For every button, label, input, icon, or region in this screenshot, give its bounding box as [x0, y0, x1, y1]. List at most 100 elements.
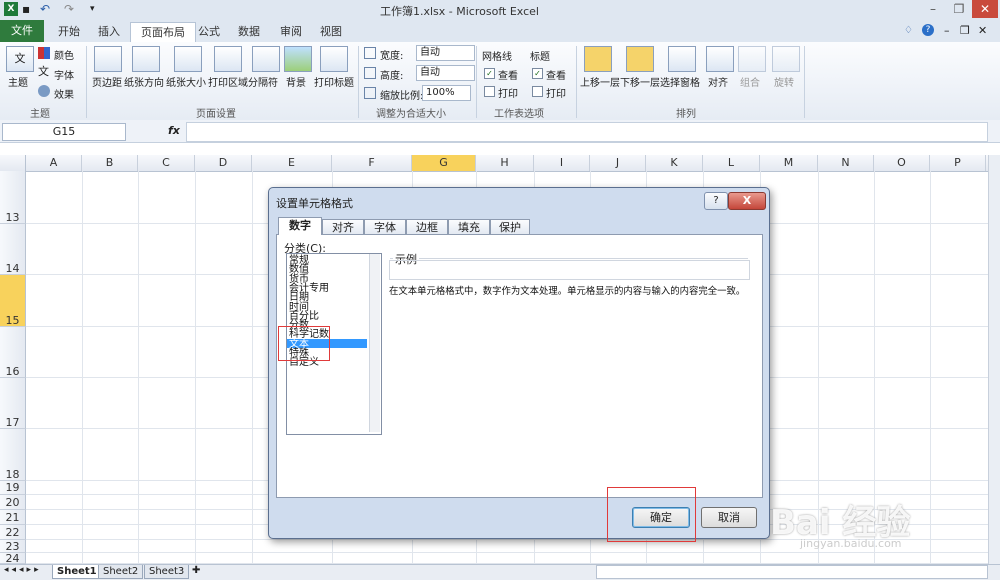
undo-icon[interactable]: ↶ [40, 2, 54, 16]
theme-fonts-button[interactable]: 字体 [54, 67, 74, 82]
category-list-scrollbar[interactable] [369, 254, 380, 432]
row-header[interactable]: 20 [0, 495, 26, 510]
ribbon-close-icon[interactable]: ✕ [978, 24, 987, 37]
tab-home[interactable]: 开始 [48, 22, 90, 41]
customize-qat-icon[interactable]: ▾ [90, 2, 104, 16]
name-box[interactable]: G15 [2, 123, 126, 141]
column-header[interactable]: O [874, 155, 930, 171]
row-header[interactable]: 16 [0, 327, 26, 378]
tab-number[interactable]: 数字 [278, 217, 322, 235]
restore-icon[interactable]: ❐ [946, 0, 972, 18]
vertical-scrollbar[interactable] [988, 155, 1000, 564]
select-all-corner[interactable] [0, 155, 26, 171]
print-area-button[interactable]: 打印区域 [208, 74, 248, 89]
column-header[interactable]: I [534, 155, 590, 171]
minimize-icon[interactable]: – [920, 0, 946, 18]
category-item[interactable]: 数值 [289, 265, 309, 275]
redo-icon[interactable]: ↷ [64, 2, 78, 16]
row-header[interactable]: 22 [0, 525, 26, 540]
column-header[interactable]: E [252, 155, 332, 171]
save-icon[interactable]: ▪ [22, 2, 36, 16]
zoom-spinner[interactable]: 100% [422, 85, 471, 101]
theme-effects-button[interactable]: 效果 [54, 86, 74, 101]
selection-pane-button[interactable]: 选择窗格 [660, 74, 700, 89]
breaks-button[interactable]: 分隔符 [248, 74, 278, 89]
column-header[interactable]: A [26, 155, 82, 171]
rotate-button[interactable]: 旋转 [774, 74, 794, 89]
tab-border[interactable]: 边框 [406, 219, 448, 234]
send-backward-button[interactable]: 下移一层 [620, 74, 660, 89]
headings-view-checkbox[interactable]: ✓ [532, 68, 543, 79]
formula-input[interactable] [186, 122, 988, 142]
print-titles-button[interactable]: 打印标题 [314, 74, 354, 89]
window-title: 工作簿1.xlsx - Microsoft Excel [380, 5, 539, 18]
help-icon[interactable]: ? [922, 24, 934, 36]
column-header[interactable]: D [195, 155, 252, 171]
column-header[interactable]: H [476, 155, 534, 171]
horizontal-scrollbar[interactable] [596, 565, 988, 579]
tab-alignment[interactable]: 对齐 [322, 219, 364, 234]
gridlines-view-checkbox[interactable]: ✓ [484, 68, 495, 79]
column-header[interactable]: P [930, 155, 986, 171]
orientation-button[interactable]: 纸张方向 [124, 74, 164, 89]
row-header[interactable]: 15 [0, 275, 26, 327]
sheet-nav-icon[interactable]: ◂◂◂▸▸ [4, 565, 42, 575]
tab-insert[interactable]: 插入 [88, 22, 130, 41]
sheet-tab-2[interactable]: Sheet2 [98, 565, 144, 579]
gridlines-print-checkbox[interactable] [484, 86, 495, 97]
row-header[interactable]: 21 [0, 510, 26, 525]
row-header[interactable]: 17 [0, 378, 26, 429]
insert-sheet-icon[interactable]: ✚ [192, 565, 200, 576]
column-header[interactable]: G [412, 155, 476, 171]
ribbon-collapse-icon[interactable]: ♢ [904, 25, 913, 36]
tab-view[interactable]: 视图 [310, 22, 352, 41]
tab-fill[interactable]: 填充 [448, 219, 490, 234]
tab-protection[interactable]: 保护 [490, 219, 530, 234]
column-header[interactable]: K [646, 155, 703, 171]
column-header[interactable]: M [760, 155, 818, 171]
theme-colors-button[interactable]: 颜色 [54, 47, 74, 62]
align-button[interactable]: 对齐 [708, 74, 728, 89]
group-button[interactable]: 组合 [740, 74, 760, 89]
tab-review[interactable]: 审阅 [270, 22, 312, 41]
row-header[interactable]: 24 [0, 553, 26, 564]
cancel-button[interactable]: 取消 [701, 507, 757, 528]
group-icon [738, 46, 766, 72]
category-item[interactable]: 日期 [289, 293, 309, 303]
tab-data[interactable]: 数据 [228, 22, 270, 41]
column-header[interactable]: J [590, 155, 646, 171]
column-header[interactable]: B [82, 155, 138, 171]
bring-forward-button[interactable]: 上移一层 [580, 74, 620, 89]
row-header[interactable]: 19 [0, 481, 26, 495]
dialog-close-button[interactable]: X [728, 192, 766, 210]
row-header[interactable]: 14 [0, 224, 26, 275]
tab-font[interactable]: 字体 [364, 219, 406, 234]
gridlines-view-label: 查看 [498, 71, 518, 82]
headings-print-checkbox[interactable] [532, 86, 543, 97]
tab-formulas[interactable]: 公式 [188, 22, 230, 41]
tab-page-layout[interactable]: 页面布局 [130, 22, 196, 42]
dialog-help-button[interactable]: ? [704, 192, 728, 210]
row-header[interactable]: 13 [0, 171, 26, 224]
close-window-icon[interactable]: ✕ [972, 0, 998, 18]
page-size-button[interactable]: 纸张大小 [166, 74, 206, 89]
ribbon-restore-icon[interactable]: ❐ [960, 24, 970, 37]
ribbon-minimize-icon[interactable]: – [944, 24, 950, 37]
height-select[interactable]: 自动 [416, 65, 475, 81]
themes-icon[interactable]: 文 [6, 46, 34, 72]
width-select[interactable]: 自动 [416, 45, 475, 61]
themes-button[interactable]: 主题 [8, 74, 28, 89]
tab-file[interactable]: 文件 [0, 20, 44, 42]
sheet-tab-3[interactable]: Sheet3 [144, 565, 190, 579]
margins-button[interactable]: 页边距 [92, 74, 122, 89]
sheet-tab-1[interactable]: Sheet1 [52, 565, 102, 579]
column-header[interactable]: C [138, 155, 195, 171]
insert-function-button[interactable]: fx [168, 124, 180, 137]
column-header[interactable]: N [818, 155, 874, 171]
background-button[interactable]: 背景 [286, 74, 306, 89]
theme-fonts-icon: 文 [38, 65, 49, 78]
column-header[interactable]: L [703, 155, 760, 171]
column-header[interactable]: F [332, 155, 412, 171]
sample-preview [389, 260, 750, 280]
row-header[interactable]: 18 [0, 429, 26, 481]
